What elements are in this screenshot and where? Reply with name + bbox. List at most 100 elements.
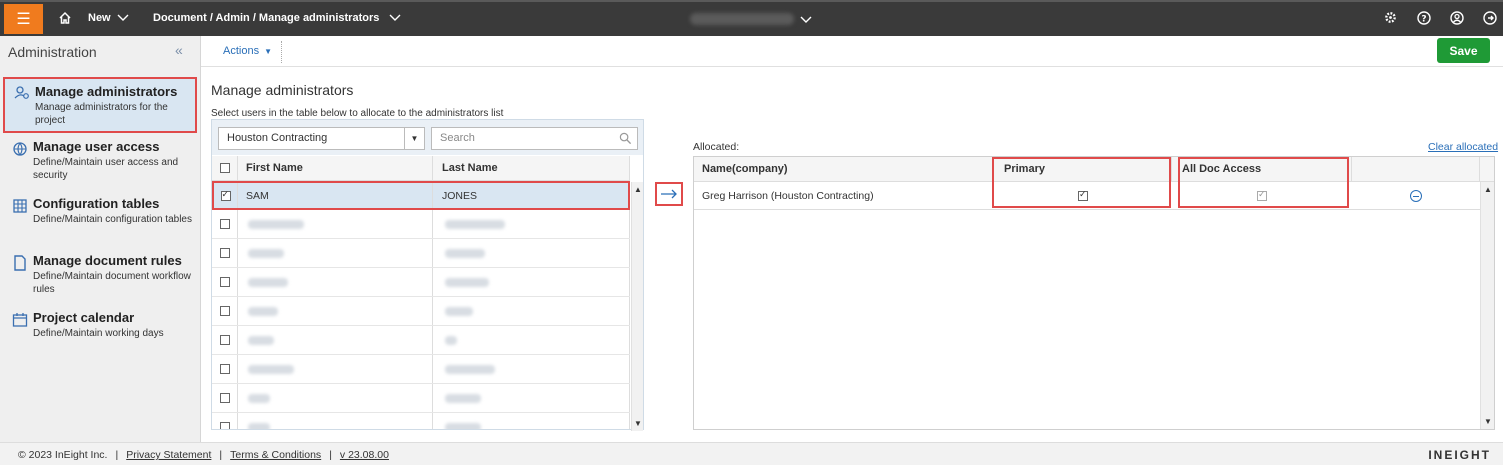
row-checkbox[interactable] <box>219 422 230 429</box>
row-checkbox[interactable] <box>220 189 231 201</box>
allocate-button[interactable] <box>655 182 683 206</box>
first-name-cell <box>238 413 433 429</box>
top-bar: ☰ New Document / Admin / Manage administ… <box>0 0 1503 36</box>
scroll-down-icon[interactable]: ▼ <box>1484 417 1492 426</box>
row-checkbox[interactable] <box>219 306 230 316</box>
sidebar-item-manage-administrators[interactable]: Manage administrators Manage administrat… <box>3 77 197 133</box>
column-header-actions <box>1352 157 1480 181</box>
help-icon[interactable]: ? <box>1416 10 1431 25</box>
scroll-down-icon[interactable]: ▼ <box>634 419 642 428</box>
last-name-cell <box>433 413 630 429</box>
sidebar-item-manage-document-rules[interactable]: Manage document rules Define/Maintain do… <box>3 253 197 303</box>
chevron-down-icon <box>389 14 401 21</box>
first-name-cell <box>238 239 433 267</box>
collapse-sidebar-icon[interactable]: « <box>175 42 183 58</box>
sidebar-item-label: Manage user access <box>33 139 160 154</box>
user-profile-icon[interactable] <box>1449 10 1464 25</box>
separator: | <box>329 449 332 461</box>
scroll-up-icon[interactable]: ▲ <box>634 185 642 194</box>
redacted-text <box>248 335 274 345</box>
table-row[interactable] <box>212 268 630 297</box>
chevron-down-icon[interactable] <box>800 16 812 24</box>
table-scrollbar[interactable]: ▲ ▼ <box>631 182 643 431</box>
save-button[interactable]: Save <box>1437 38 1490 63</box>
row-checkbox[interactable] <box>219 364 230 374</box>
project-selector[interactable] <box>690 13 794 25</box>
row-checkbox[interactable] <box>219 277 230 287</box>
separator: | <box>219 449 223 461</box>
caret-down-icon[interactable]: ▼ <box>404 128 424 149</box>
scroll-up-icon[interactable]: ▲ <box>1484 185 1492 194</box>
allocated-label: Allocated: <box>693 141 740 153</box>
chevron-down-icon <box>117 14 129 21</box>
first-name-cell <box>238 384 433 412</box>
last-name-cell <box>433 355 630 383</box>
privacy-link[interactable]: Privacy Statement <box>126 449 211 461</box>
sidebar-item-description: Define/Maintain working days <box>33 328 164 339</box>
first-name-cell <box>238 210 433 238</box>
redacted-text <box>445 422 481 429</box>
terms-link[interactable]: Terms & Conditions <box>230 449 321 461</box>
clear-allocated-link[interactable]: Clear allocated <box>1428 141 1498 153</box>
row-checkbox-cell <box>212 268 238 296</box>
select-all-checkbox[interactable] <box>219 163 230 173</box>
redacted-text <box>445 393 481 403</box>
row-checkbox-cell <box>212 413 238 429</box>
hamburger-menu-button[interactable]: ☰ <box>4 4 43 34</box>
sidebar-item-label: Configuration tables <box>33 196 160 211</box>
actions-dropdown[interactable]: Actions ▼ <box>223 45 272 57</box>
home-icon[interactable] <box>58 11 72 25</box>
table-row[interactable] <box>212 297 630 326</box>
sidebar-item-description: Define/Maintain configuration tables <box>33 214 192 225</box>
footer-links: © 2023 InEight Inc. | Privacy Statement … <box>18 449 389 461</box>
redacted-text <box>248 248 284 258</box>
remove-circle-icon[interactable] <box>1410 189 1422 202</box>
page-title: Manage administrators <box>211 82 354 98</box>
company-select-value: Houston Contracting <box>227 132 328 144</box>
sidebar-item-description: Manage administrators for the project <box>35 102 168 126</box>
table-row[interactable] <box>212 384 630 413</box>
breadcrumb[interactable]: Document / Admin / Manage administrators <box>153 12 401 24</box>
row-checkbox[interactable] <box>219 219 230 229</box>
table-row-selected[interactable]: SAM JONES <box>212 181 630 210</box>
copyright-text: © 2023 InEight Inc. <box>18 449 108 461</box>
redacted-text <box>248 422 270 429</box>
logout-icon[interactable] <box>1482 10 1497 25</box>
last-name-cell <box>433 210 630 238</box>
arrow-right-icon <box>661 189 677 199</box>
new-menu-button[interactable]: New <box>88 12 129 24</box>
calendar-icon <box>12 313 28 327</box>
column-header-last-name[interactable]: Last Name <box>433 156 630 180</box>
last-name-cell <box>433 268 630 296</box>
remove-cell <box>1352 182 1480 209</box>
column-header-name-company[interactable]: Name(company) <box>694 157 994 181</box>
gear-icon[interactable] <box>1383 10 1398 25</box>
table-row[interactable] <box>212 413 630 429</box>
table-icon <box>13 199 27 213</box>
row-checkbox[interactable] <box>219 335 230 345</box>
row-checkbox-cell <box>212 384 238 412</box>
sidebar: Administration « Manage administrators M… <box>0 36 201 442</box>
table-row[interactable] <box>212 239 630 268</box>
sidebar-item-manage-user-access[interactable]: Manage user access Define/Maintain user … <box>3 139 197 189</box>
redacted-text <box>248 393 270 403</box>
select-all-cell <box>212 156 238 180</box>
footer: © 2023 InEight Inc. | Privacy Statement … <box>0 442 1503 465</box>
sidebar-item-configuration-tables[interactable]: Configuration tables Define/Maintain con… <box>3 196 197 246</box>
search-input[interactable]: Search <box>431 127 638 150</box>
allocated-scrollbar[interactable]: ▲ ▼ <box>1480 182 1494 429</box>
sidebar-item-project-calendar[interactable]: Project calendar Define/Maintain working… <box>3 310 197 350</box>
version-link[interactable]: v 23.08.00 <box>340 449 389 461</box>
column-header-first-name[interactable]: First Name <box>238 156 433 180</box>
table-row[interactable] <box>212 210 630 239</box>
redacted-text <box>445 364 495 374</box>
company-select[interactable]: Houston Contracting ▼ <box>218 127 425 150</box>
sidebar-item-description: Define/Maintain document workflow rules <box>33 271 191 295</box>
sidebar-item-label: Manage administrators <box>35 84 178 99</box>
table-row[interactable] <box>212 326 630 355</box>
row-checkbox[interactable] <box>219 393 230 403</box>
row-checkbox[interactable] <box>219 248 230 258</box>
row-checkbox-cell <box>212 239 238 267</box>
first-name-cell <box>238 268 433 296</box>
table-row[interactable] <box>212 355 630 384</box>
